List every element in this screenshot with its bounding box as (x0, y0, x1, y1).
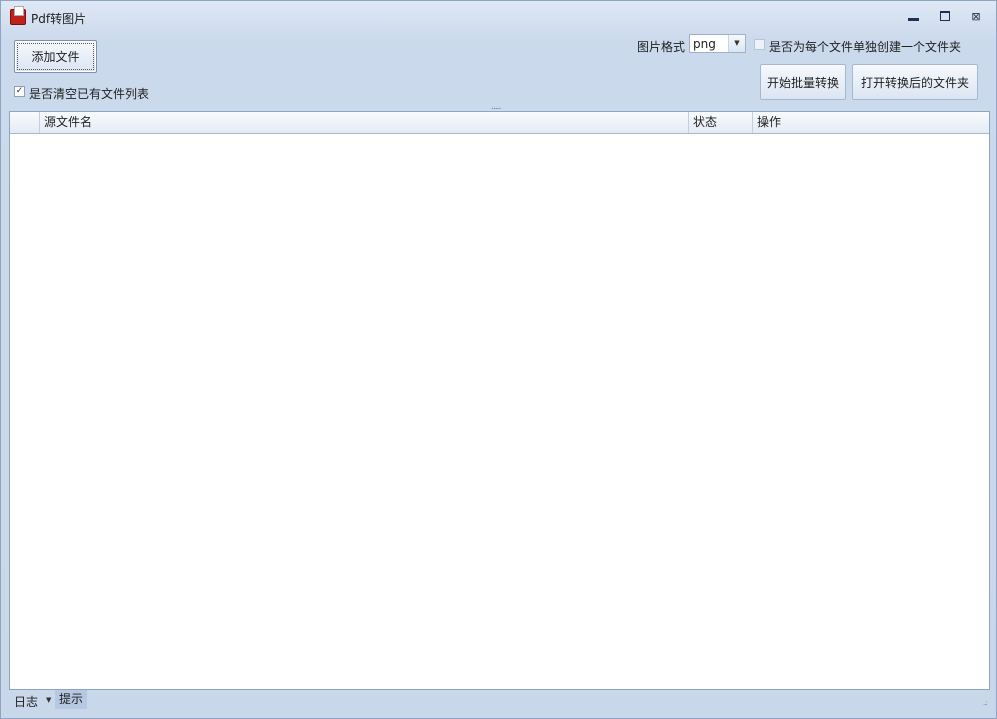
grid-header: 源文件名 状态 操作 (10, 112, 989, 134)
minimize-icon (907, 17, 919, 21)
caret-down-icon[interactable]: ▼ (46, 696, 51, 704)
window-title: Pdf转图片 (31, 12, 87, 26)
column-indicator[interactable] (10, 112, 40, 133)
clear-list-label[interactable]: 是否清空已有文件列表 (29, 85, 149, 102)
column-status[interactable]: 状态 (689, 112, 753, 133)
tip-status: 提示 (55, 690, 88, 709)
maximize-icon (940, 11, 950, 21)
log-dropdown-label[interactable]: 日志 (14, 693, 38, 710)
close-button[interactable]: ⊠ (969, 9, 983, 23)
maximize-button[interactable] (938, 10, 952, 22)
status-bar: 日志 ▼ 提示 ..: (9, 690, 990, 710)
separate-folder-checkbox[interactable] (754, 39, 765, 50)
add-file-button[interactable]: 添加文件 (14, 40, 97, 73)
pdf-app-icon (10, 6, 26, 25)
close-icon: ⊠ (971, 9, 981, 23)
top-panel: 添加文件 ✓ 是否清空已有文件列表 图片格式 png ▼ 是否为每个文件单独创建… (9, 30, 990, 112)
separate-folder-label[interactable]: 是否为每个文件单独创建一个文件夹 (769, 38, 961, 55)
main-window: Pdf转图片 ⊠ 添加文件 ✓ 是否清空已有文件列表 图片格式 png ▼ 是否… (0, 0, 997, 719)
open-output-folder-button[interactable]: 打开转换后的文件夹 (852, 64, 978, 100)
clear-list-checkbox[interactable]: ✓ (14, 86, 25, 97)
resize-grip-icon[interactable]: ..: (983, 699, 988, 707)
column-source-filename[interactable]: 源文件名 (40, 112, 689, 133)
chevron-down-icon[interactable]: ▼ (728, 35, 745, 52)
minimize-button[interactable] (906, 10, 920, 22)
format-select[interactable]: png ▼ (689, 34, 746, 53)
column-operation[interactable]: 操作 (753, 112, 989, 133)
start-batch-convert-button[interactable]: 开始批量转换 (760, 64, 846, 100)
file-grid[interactable]: 源文件名 状态 操作 (9, 111, 990, 690)
title-bar[interactable]: Pdf转图片 ⊠ (1, 1, 996, 29)
format-select-value: png (693, 37, 716, 51)
format-label: 图片格式 (637, 40, 686, 54)
